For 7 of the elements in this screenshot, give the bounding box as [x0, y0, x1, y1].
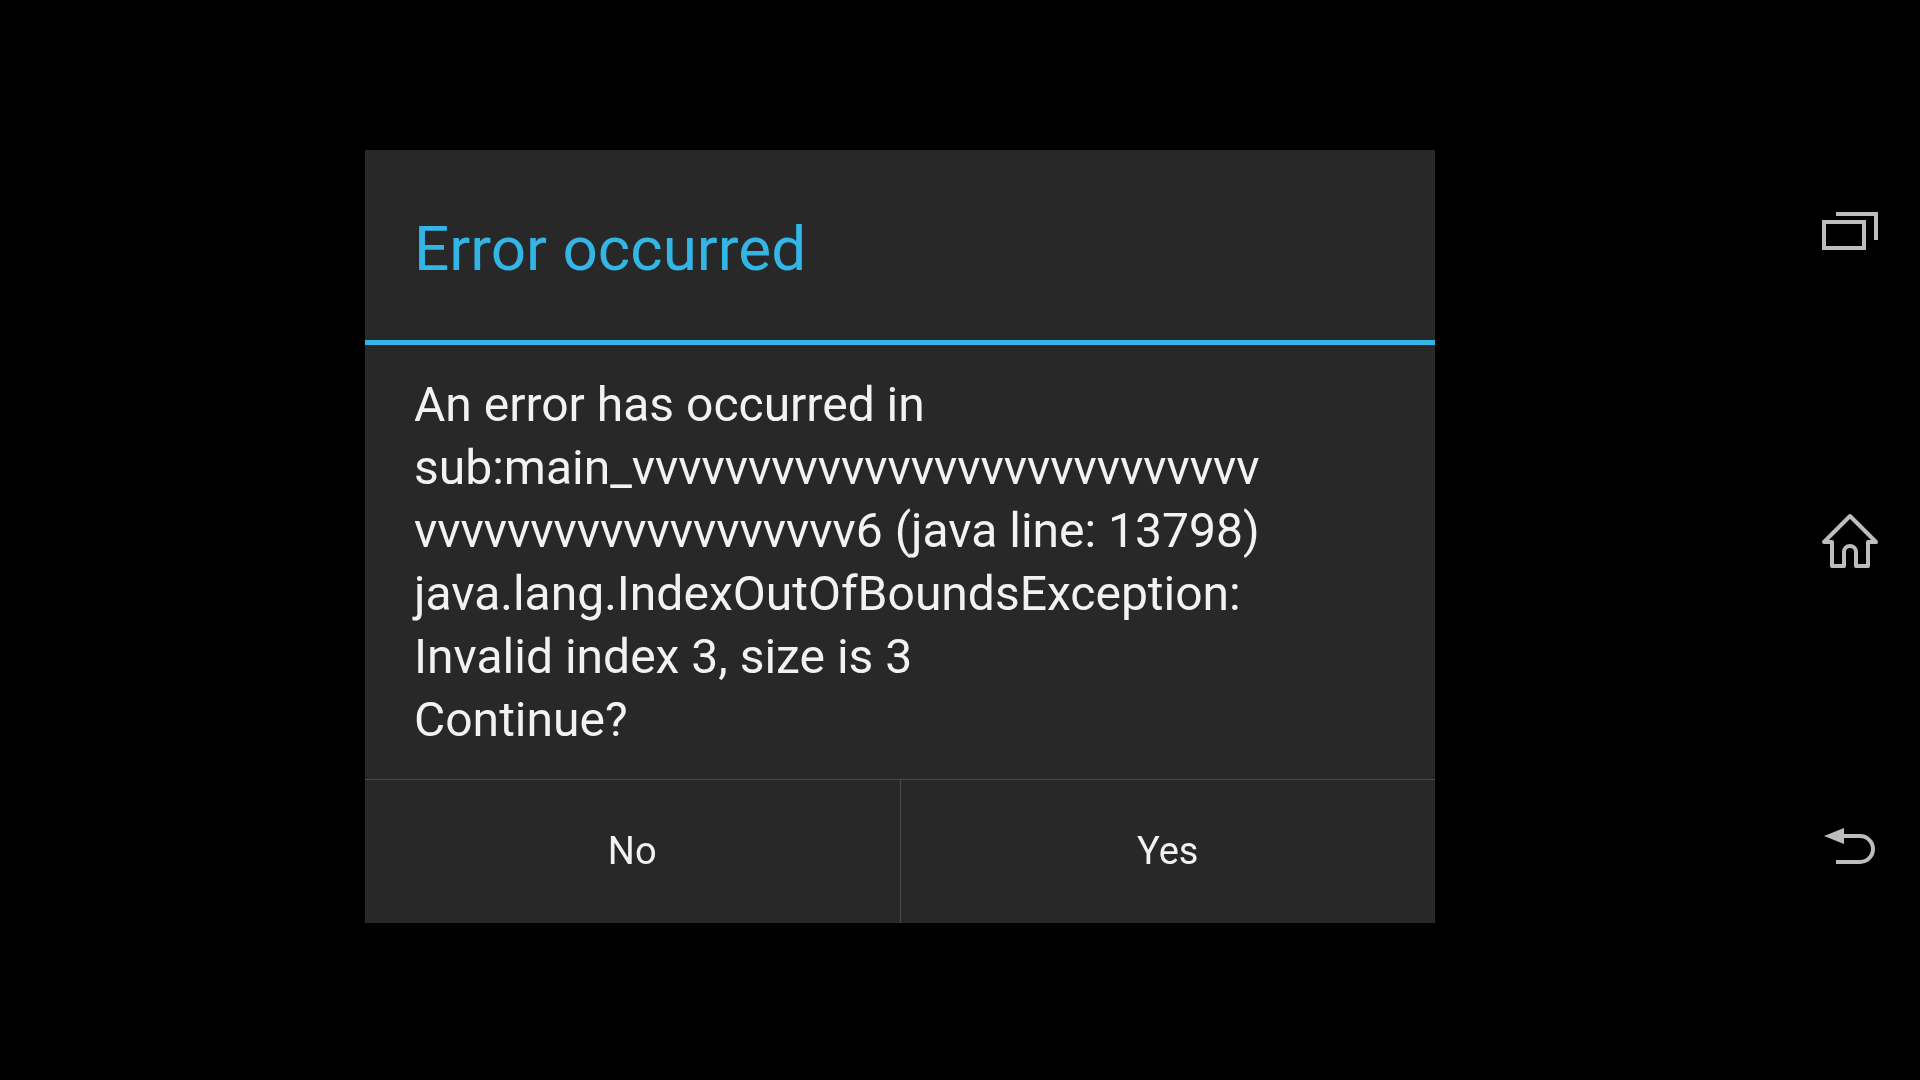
message-text: Invalid index 3, size is 3 — [414, 627, 914, 687]
message-text: vvvvvvvvvvvvvvvvvvv6 (java line: 13798) — [414, 501, 1261, 561]
message-text: An error has occurred in — [414, 375, 926, 435]
message-text: sub:main_vvvvvvvvvvvvvvvvvvvvvvvvvvv — [414, 438, 1261, 498]
dialog-title: Error occurred — [414, 210, 807, 287]
message-text: Continue? — [414, 690, 629, 750]
message-text: java.lang.IndexOutOfBoundsException: — [414, 564, 1242, 624]
